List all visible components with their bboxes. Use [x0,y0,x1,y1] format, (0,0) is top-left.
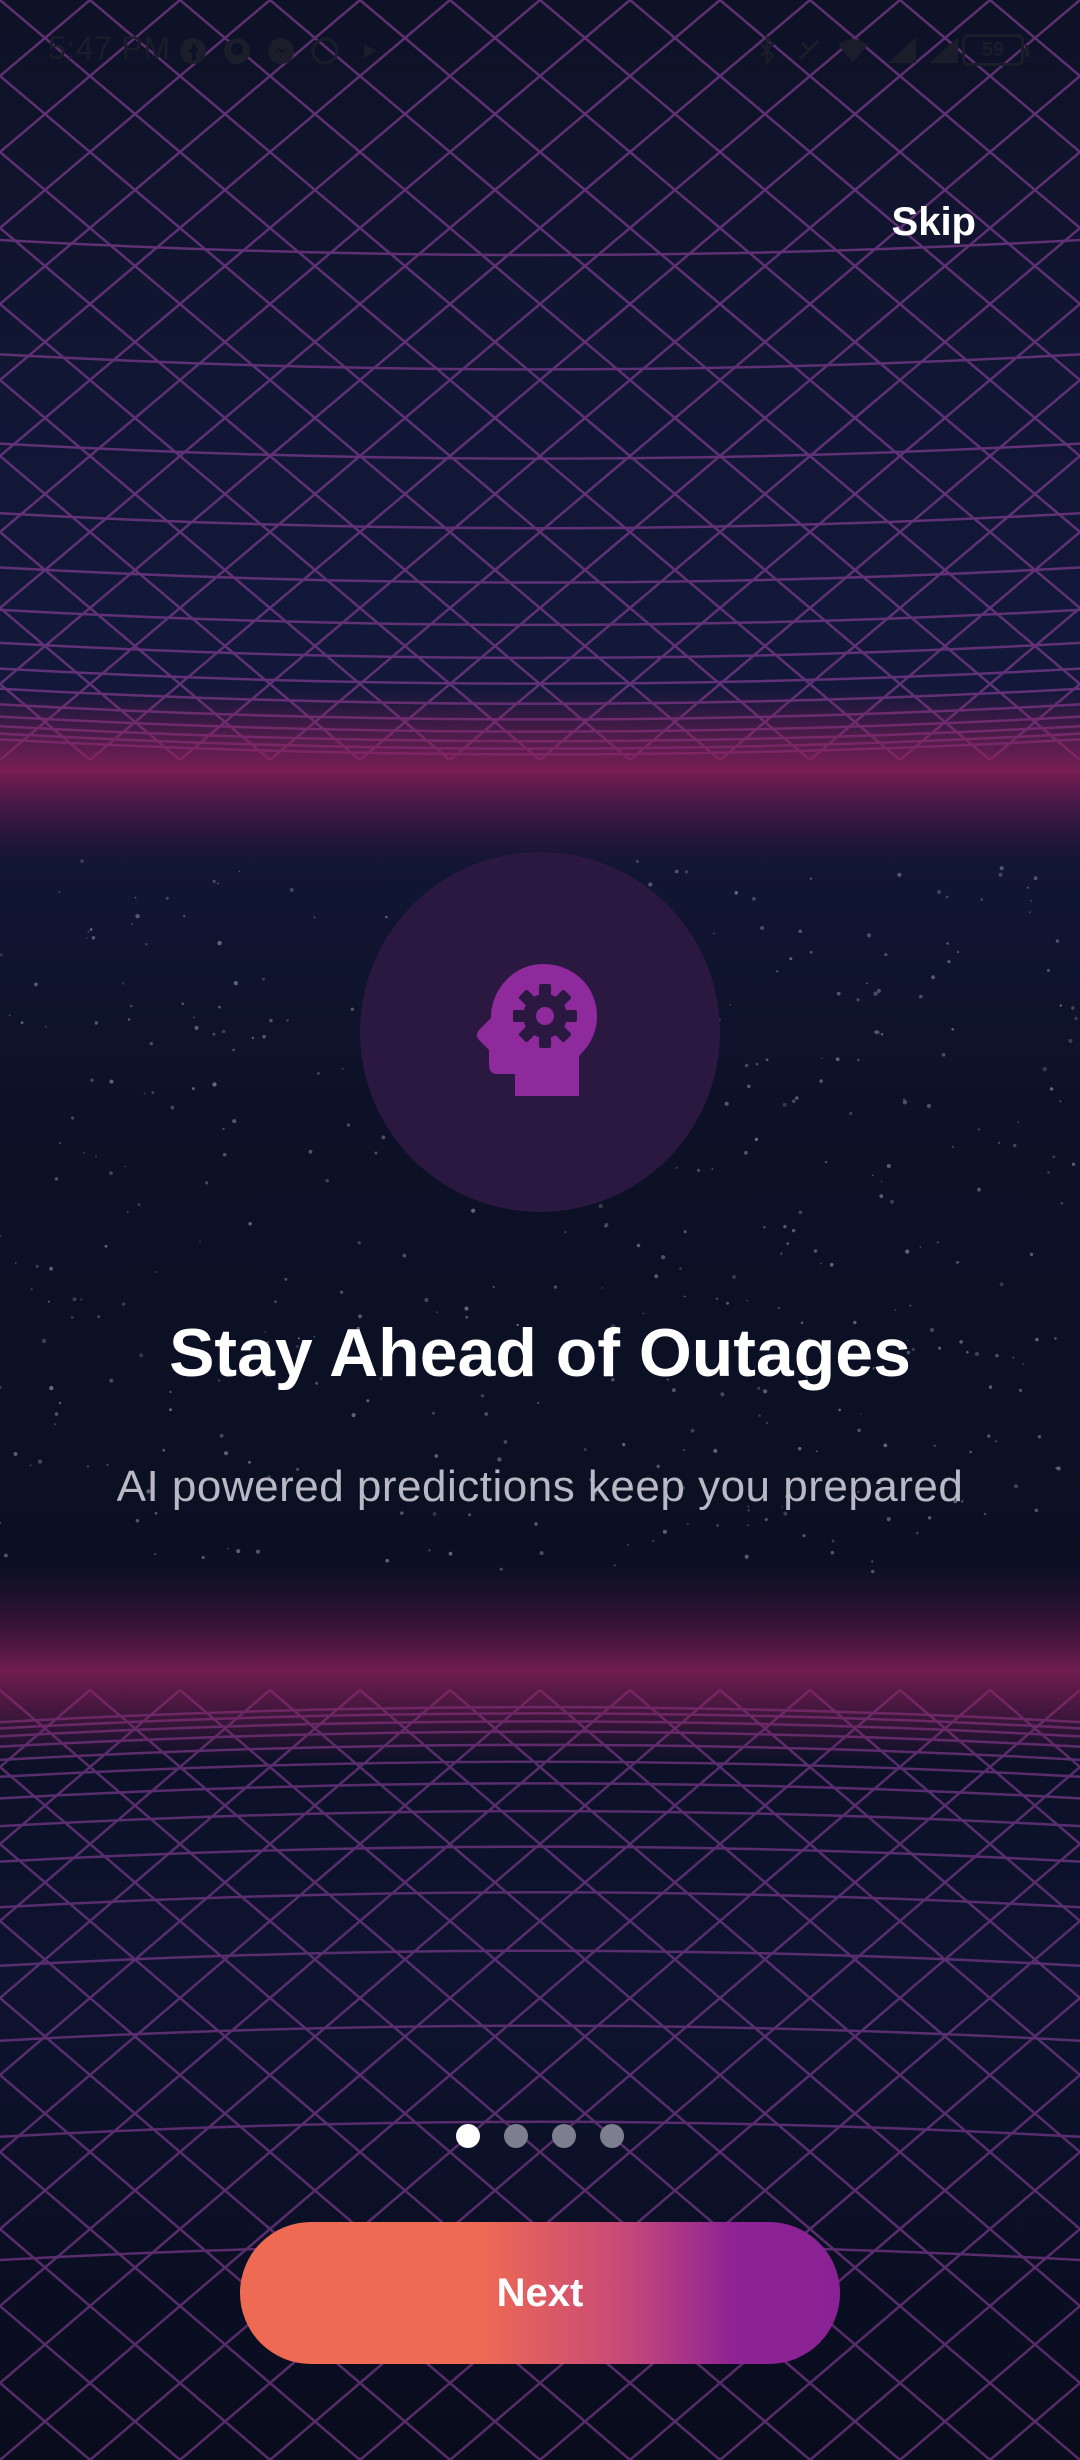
status-bar: 5:47 PM 59 [0,0,1080,108]
page-dot-4[interactable] [600,2124,624,2148]
page-indicator [0,2124,1080,2148]
onboarding-title: Stay Ahead of Outages [169,1315,911,1391]
whatsapp-icon [310,36,340,66]
bluetooth-icon [752,34,782,66]
facebook-icon [178,36,208,66]
onboarding-screen: 5:47 PM 59 Skip Stay Ahead of Outages AI… [0,0,1080,2460]
signal-4g-icon [920,35,958,65]
location-icon [354,36,384,66]
next-button[interactable]: Next [240,2222,840,2364]
status-system-icons: 59 [752,34,1029,66]
wifi-icon [836,35,868,65]
signal-lte-icon [878,35,916,65]
messenger-icon [266,36,296,66]
status-notification-icons [178,36,384,66]
head-gear-icon [475,960,605,1105]
github-icon [222,36,252,66]
page-dot-1[interactable] [456,2124,480,2148]
page-dot-2[interactable] [504,2124,528,2148]
status-time: 5:47 PM [48,30,171,66]
page-dot-3[interactable] [552,2124,576,2148]
hero-icon-circle [360,852,720,1212]
battery-icon: 59 [962,34,1029,66]
nfc-icon [794,35,824,65]
background-grid [0,0,1080,2460]
skip-button[interactable]: Skip [892,200,976,245]
onboarding-subtitle: AI powered predictions keep you prepared [116,1462,964,1511]
